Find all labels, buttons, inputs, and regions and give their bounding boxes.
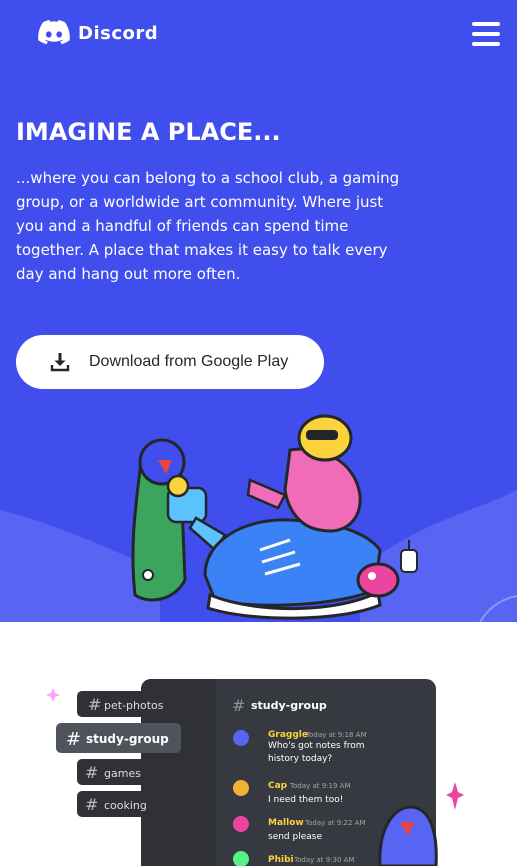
channel-label: pet-photos xyxy=(104,699,164,712)
avatar[interactable] xyxy=(233,816,249,832)
avatar[interactable] xyxy=(233,780,249,796)
page-title: IMAGINE A PLACE... xyxy=(16,118,281,146)
chat-preview-illustration: # pet-photos # study-group # games # coo… xyxy=(46,679,464,866)
hamburger-menu-button[interactable] xyxy=(472,22,500,46)
message-author[interactable]: Mallow xyxy=(268,818,304,828)
chat-channel-title: study-group xyxy=(251,699,327,712)
message-timestamp: Today at 9:19 AM xyxy=(289,782,351,790)
hill-right xyxy=(360,490,517,622)
message-timestamp: Today at 9:30 AM xyxy=(293,856,355,864)
creature-eye xyxy=(368,572,376,580)
message-body: I need them too! xyxy=(268,795,343,805)
hamburger-line xyxy=(472,32,500,36)
channel-item-games[interactable]: # games xyxy=(77,759,194,785)
hash-icon: # xyxy=(85,763,98,782)
avatar[interactable] xyxy=(233,730,249,746)
message-body-wrap: Who's got notes from history today? xyxy=(268,741,365,764)
hash-icon: # xyxy=(88,695,101,714)
hero-description: ...where you can belong to a school club… xyxy=(16,169,400,283)
sitting-character-head xyxy=(166,474,190,498)
message-body: send please xyxy=(268,832,322,842)
green-character-eye xyxy=(142,569,154,581)
sparkle-icon xyxy=(446,782,464,810)
message-timestamp: Today at 9:22 AM xyxy=(304,819,366,827)
channel-item-study-group[interactable]: # study-group xyxy=(56,723,181,753)
message-author[interactable]: Graggle xyxy=(268,730,308,740)
channel-label: cooking xyxy=(104,799,147,812)
download-icon xyxy=(50,353,70,372)
download-button-label: Download from Google Play xyxy=(89,353,289,370)
small-pink-creature xyxy=(356,562,400,598)
hero-section: Discord IMAGINE A PLACE... ...where you … xyxy=(0,0,517,622)
channel-label: study-group xyxy=(86,732,169,746)
giant-sneaker xyxy=(203,518,382,607)
chat-preview-section: # pet-photos # study-group # games # coo… xyxy=(0,622,517,866)
sunglasses-icon xyxy=(306,430,338,440)
channel-item-cooking[interactable]: # cooking xyxy=(77,791,194,817)
download-google-play-button[interactable]: Download from Google Play xyxy=(16,335,324,389)
message-body: Who's got notes from history today? xyxy=(268,741,365,764)
hash-icon: # xyxy=(85,795,98,814)
hamburger-menu-icon xyxy=(472,22,500,26)
hash-icon: # xyxy=(66,729,81,750)
lantern-icon xyxy=(400,549,418,573)
message-author[interactable]: Phibi xyxy=(268,855,294,865)
hero-illustration xyxy=(0,414,517,622)
pink-character-arm xyxy=(246,478,287,510)
hamburger-line xyxy=(472,42,500,46)
message-timestamp: Today at 9:18 AM xyxy=(305,731,367,739)
channel-item-pet-photos[interactable]: # pet-photos xyxy=(77,691,194,717)
hash-icon: # xyxy=(232,696,245,715)
sparkle-icon xyxy=(46,688,60,702)
brand-name: Discord xyxy=(78,22,159,44)
channel-label: games xyxy=(104,767,141,780)
message-author[interactable]: Cap xyxy=(268,781,288,791)
discord-logo-icon xyxy=(38,20,70,45)
discord-logo[interactable]: Discord xyxy=(38,20,158,46)
